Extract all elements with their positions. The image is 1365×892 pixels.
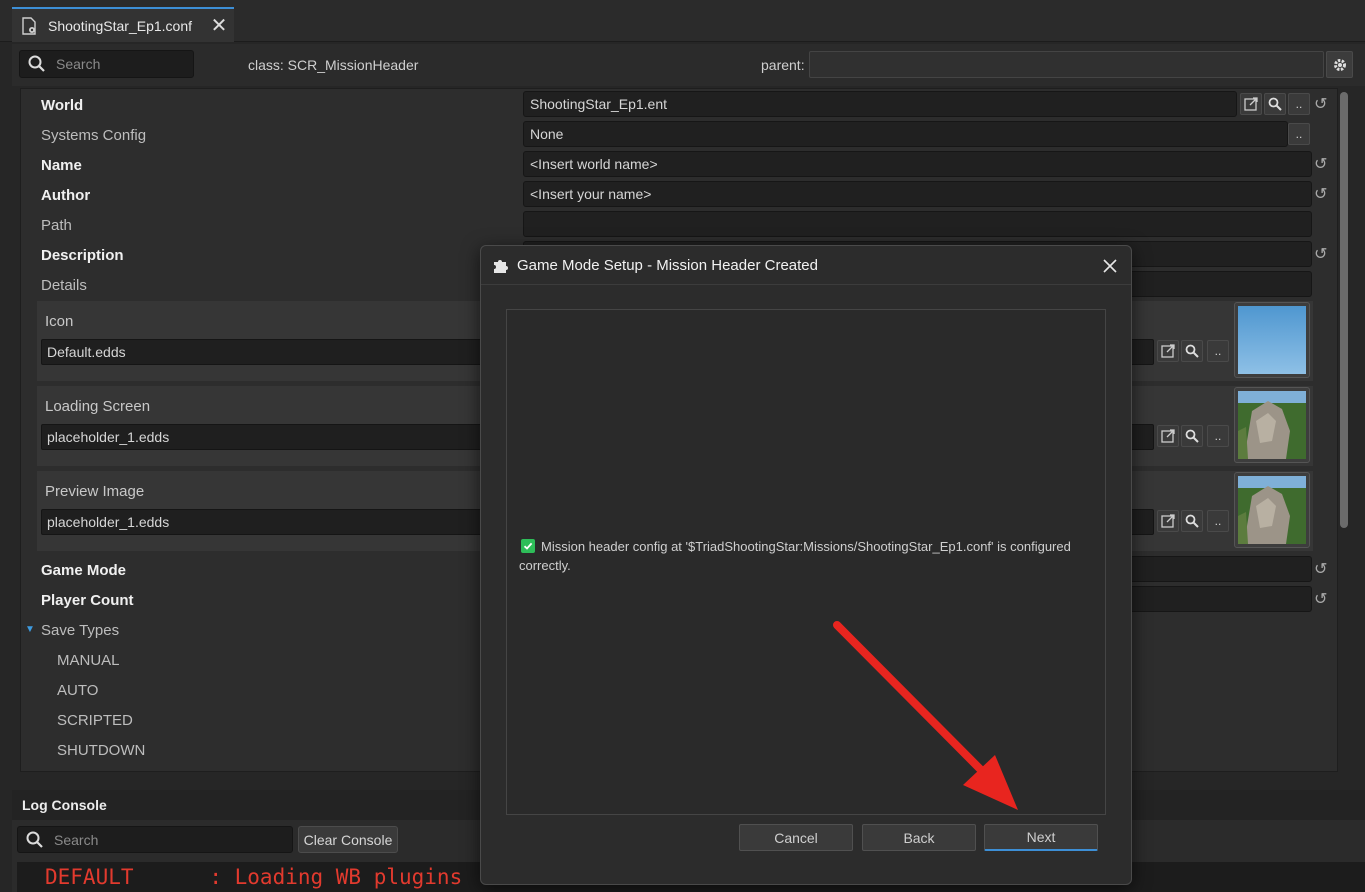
tab-file[interactable]: ShootingStar_Ep1.conf ✕ (12, 7, 234, 42)
label-author: Author (41, 187, 91, 204)
log-console-title: Log Console (22, 797, 107, 813)
label-world: World (41, 97, 84, 114)
gear-icon (1333, 58, 1346, 71)
settings-button[interactable] (1326, 51, 1353, 78)
open-external-button[interactable] (1240, 93, 1262, 115)
reset-icon[interactable]: ↺ (1314, 94, 1327, 114)
header-row: Search class: SCR_MissionHeader parent: (12, 44, 1365, 86)
browse-search-button[interactable] (1181, 510, 1203, 532)
author-field[interactable]: <Insert your name> (523, 181, 1312, 207)
rock-image (1238, 391, 1306, 459)
config-file-icon (22, 16, 36, 35)
log-search-input[interactable]: Search (17, 826, 293, 853)
tab-bar: ShootingStar_Ep1.conf ✕ (0, 0, 1365, 42)
divider (481, 284, 1131, 285)
loading-screen-thumbnail[interactable] (1234, 387, 1310, 463)
browse-search-button[interactable] (1264, 93, 1286, 115)
status-message: Mission header config at '$TriadShooting… (519, 539, 1071, 573)
label-loading-screen: Loading Screen (45, 398, 151, 415)
browse-search-button[interactable] (1181, 340, 1203, 362)
search-icon (1185, 514, 1199, 528)
open-external-button[interactable] (1157, 340, 1179, 362)
world-field[interactable]: ShootingStar_Ep1.ent (523, 91, 1237, 117)
label-player-count: Player Count (41, 592, 134, 609)
game-mode-setup-dialog: Game Mode Setup - Mission Header Created… (480, 245, 1132, 885)
expand-arrow-icon[interactable]: ▼ (25, 624, 35, 635)
browse-button[interactable]: .. (1207, 425, 1229, 447)
search-icon (1185, 429, 1199, 443)
scrollbar[interactable] (1340, 92, 1348, 528)
label-details: Details (41, 277, 87, 294)
path-field[interactable] (523, 211, 1312, 237)
close-tab-icon[interactable]: ✕ (204, 13, 234, 38)
save-type-item: SCRIPTED (57, 712, 133, 729)
label-preview-image: Preview Image (45, 483, 145, 500)
save-type-item: AUTO (57, 682, 99, 699)
search-input[interactable]: Search (19, 50, 194, 78)
open-external-icon (1161, 344, 1175, 358)
search-icon (28, 55, 45, 72)
browse-button[interactable]: .. (1207, 510, 1229, 532)
icon-thumbnail[interactable] (1234, 302, 1310, 378)
sky-image (1238, 306, 1306, 374)
preview-image-thumbnail[interactable] (1234, 472, 1310, 548)
parent-field[interactable] (809, 51, 1324, 78)
cancel-button[interactable]: Cancel (739, 824, 853, 851)
close-dialog-button[interactable] (1097, 253, 1123, 279)
search-icon (1185, 344, 1199, 358)
browse-button[interactable]: .. (1207, 340, 1229, 362)
label-save-types: Save Types (41, 622, 120, 639)
puzzle-icon (494, 260, 508, 273)
clear-console-button[interactable]: Clear Console (298, 826, 398, 853)
search-icon (1268, 97, 1282, 111)
parent-label: parent: (761, 57, 805, 73)
reset-icon[interactable]: ↺ (1314, 154, 1327, 174)
reset-icon[interactable]: ↺ (1314, 559, 1327, 579)
reset-icon[interactable]: ↺ (1314, 184, 1327, 204)
save-type-item: SHUTDOWN (57, 742, 146, 759)
open-external-icon (1161, 429, 1175, 443)
label-game-mode: Game Mode (41, 562, 127, 579)
annotation-arrow-icon (833, 621, 1018, 810)
reset-icon[interactable]: ↺ (1314, 589, 1327, 609)
browse-button[interactable]: .. (1288, 123, 1310, 145)
save-type-item: MANUAL (57, 652, 120, 669)
open-external-icon (1244, 97, 1258, 111)
back-button[interactable]: Back (862, 824, 976, 851)
dialog-title: Game Mode Setup - Mission Header Created (517, 257, 818, 274)
reset-icon[interactable]: ↺ (1314, 244, 1327, 264)
name-field[interactable]: <Insert world name> (523, 151, 1312, 177)
label-name: Name (41, 157, 82, 174)
open-external-button[interactable] (1157, 425, 1179, 447)
tab-title: ShootingStar_Ep1.conf (48, 17, 192, 34)
browse-search-button[interactable] (1181, 425, 1203, 447)
systems-config-field[interactable]: None (523, 121, 1288, 147)
log-search-placeholder: Search (54, 831, 99, 848)
class-label: class: SCR_MissionHeader (248, 57, 419, 73)
open-external-icon (1161, 514, 1175, 528)
close-icon (1103, 259, 1117, 273)
search-placeholder: Search (56, 56, 101, 72)
label-path: Path (41, 217, 72, 234)
search-icon (26, 831, 43, 848)
rock-image (1238, 476, 1306, 544)
label-systems-config: Systems Config (41, 127, 147, 144)
label-description: Description (41, 247, 124, 264)
browse-button[interactable]: .. (1288, 93, 1310, 115)
label-icon: Icon (45, 313, 74, 330)
open-external-button[interactable] (1157, 510, 1179, 532)
next-button[interactable]: Next (984, 824, 1098, 851)
